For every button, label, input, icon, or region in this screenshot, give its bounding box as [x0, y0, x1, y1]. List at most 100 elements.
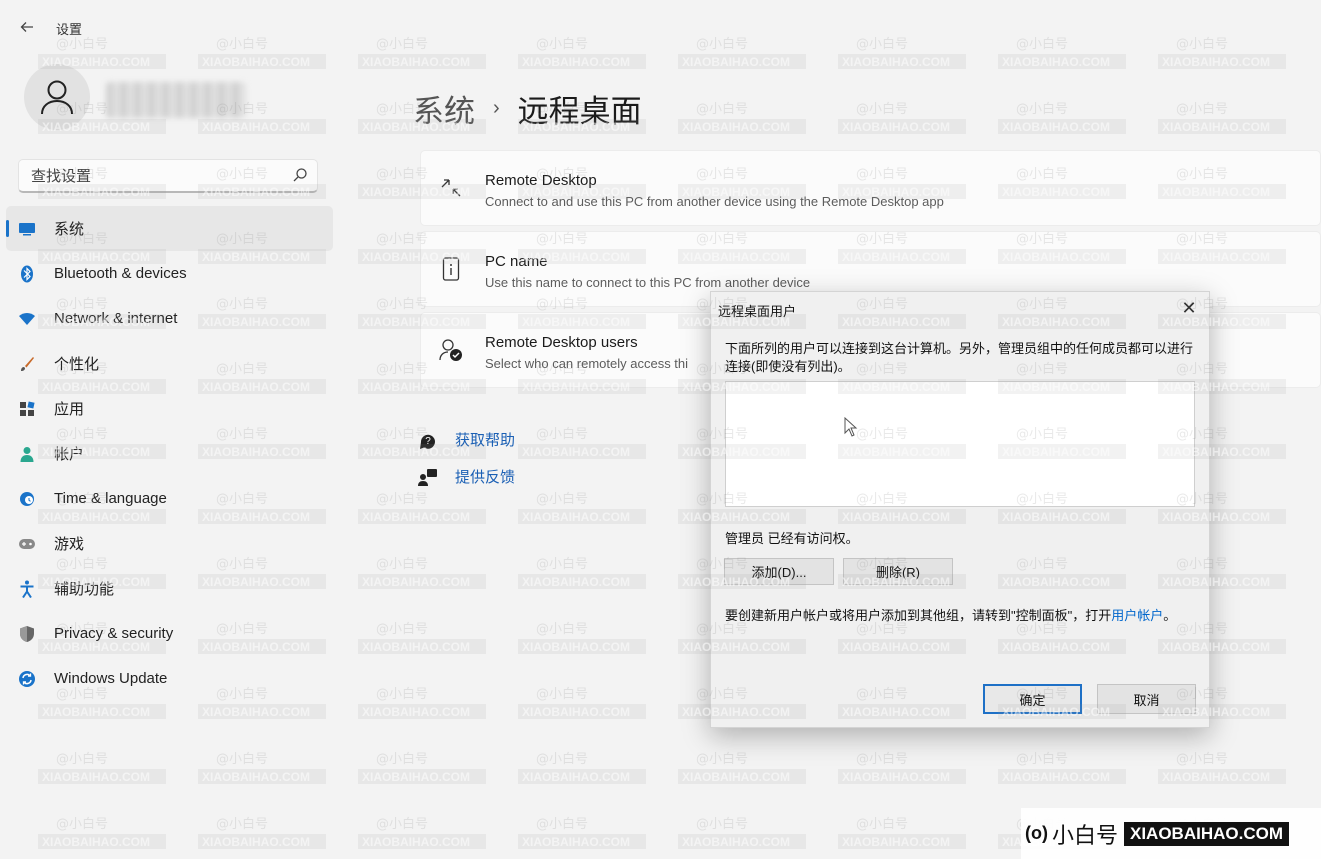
watermark-tile-cn: @小白号 [56, 36, 108, 52]
watermark-tile-cn: @小白号 [1176, 751, 1228, 767]
watermark-tile-en: XIAOBAIHAO.COM [42, 835, 150, 849]
pc-info-icon [439, 256, 463, 282]
watermark-tile-en: XIAOBAIHAO.COM [42, 705, 150, 719]
get-help-link[interactable]: ? 获取帮助 [418, 429, 515, 450]
brand-name-cn: 小白号 [1051, 822, 1118, 848]
watermark-tile-bg [518, 444, 646, 459]
breadcrumb: 系统 › 远程桌面 [413, 86, 642, 131]
sidebar-item-time-language[interactable]: Time & language [6, 476, 333, 521]
watermark-tile-en: XIAOBAIHAO.COM [202, 770, 310, 784]
watermark-tile-bg [518, 574, 646, 589]
card-subtitle: Select who can remotely access thi [485, 356, 689, 371]
watermark-tile-en: XIAOBAIHAO.COM [522, 510, 630, 524]
admin-access-note: 管理员 已经有访问权。 [725, 531, 859, 546]
svg-text:?: ? [425, 436, 431, 447]
watermark-tile-en: XIAOBAIHAO.COM [362, 575, 470, 589]
watermark-tile-en: XIAOBAIHAO.COM [682, 835, 790, 849]
search-icon[interactable] [292, 167, 308, 183]
back-button[interactable] [16, 16, 38, 38]
remove-user-button[interactable]: 删除(R) [843, 558, 953, 585]
brush-icon [18, 355, 36, 373]
watermark-tile-bg [518, 834, 646, 849]
watermark-tile-en: XIAOBAIHAO.COM [682, 55, 790, 69]
watermark-tile-bg [38, 834, 166, 849]
sidebar-item-bluetooth[interactable]: Bluetooth & devices [6, 251, 333, 296]
watermark-tile-en: XIAOBAIHAO.COM [362, 55, 470, 69]
add-user-button[interactable]: 添加(D)... [724, 558, 834, 585]
give-feedback-label: 提供反馈 [455, 469, 516, 486]
card-subtitle: Use this name to connect to this PC from… [485, 275, 811, 290]
feedback-icon [418, 467, 438, 487]
watermark-tile-cn: @小白号 [696, 751, 748, 767]
card-subtitle: Connect to and use this PC from another … [485, 194, 944, 209]
watermark-tile-cn: @小白号 [56, 751, 108, 767]
watermark-tile-bg [678, 834, 806, 849]
watermark-tile-cn: @小白号 [1016, 101, 1068, 117]
sidebar-item-label: Network & internet [54, 310, 178, 327]
ok-button[interactable]: 确定 [983, 684, 1082, 714]
brand-name-en: XIAOBAIHAO.COM [1124, 821, 1289, 846]
sidebar-item-windows-update[interactable]: Windows Update [6, 656, 333, 701]
avatar[interactable] [24, 64, 90, 130]
give-feedback-link[interactable]: 提供反馈 [418, 466, 515, 487]
watermark-tile-en: XIAOBAIHAO.COM [522, 445, 630, 459]
watermark-tile-bg [38, 769, 166, 784]
system-icon [18, 220, 36, 238]
card-title: PC name [485, 253, 548, 270]
watermark-tile-cn: @小白号 [696, 36, 748, 52]
card-remote-desktop[interactable]: Remote Desktop Connect to and use this P… [420, 150, 1321, 226]
watermark-tile-en: XIAOBAIHAO.COM [842, 120, 950, 134]
sidebar-item-label: 辅助功能 [54, 581, 115, 598]
app-title: 设置 [56, 22, 83, 37]
card-title: Remote Desktop users [485, 334, 638, 351]
watermark-tile-en: XIAOBAIHAO.COM [42, 770, 150, 784]
watermark-tile-cn: @小白号 [376, 816, 428, 832]
watermark-tile-cn: @小白号 [376, 751, 428, 767]
watermark-tile-bg [518, 639, 646, 654]
watermark-tile-en: XIAOBAIHAO.COM [522, 705, 630, 719]
watermark-tile-cn: @小白号 [1016, 751, 1068, 767]
watermark-tile-bg [518, 769, 646, 784]
watermark-tile-cn: @小白号 [376, 621, 428, 637]
sidebar-item-personalization[interactable]: 个性化 [6, 341, 333, 386]
sidebar-item-apps[interactable]: 应用 [6, 386, 333, 431]
watermark-tile-bg [198, 834, 326, 849]
sidebar-item-privacy-security[interactable]: Privacy & security [6, 611, 333, 656]
sidebar-item-gaming[interactable]: 游戏 [6, 521, 333, 566]
watermark-tile-bg [198, 119, 326, 134]
sidebar-item-network[interactable]: Network & internet [6, 296, 333, 341]
search-input[interactable] [29, 160, 283, 192]
watermark-tile-cn: @小白号 [1176, 101, 1228, 117]
watermark-tile-cn: @小白号 [696, 101, 748, 117]
bluetooth-icon [18, 265, 36, 283]
watermark-tile-bg [838, 769, 966, 784]
search-box[interactable] [18, 159, 318, 193]
sidebar-item-accounts[interactable]: 帐户 [6, 431, 333, 476]
watermark-tile-bg [358, 834, 486, 849]
watermark-tile-cn: @小白号 [536, 36, 588, 52]
breadcrumb-separator: › [493, 97, 500, 119]
users-listbox[interactable] [725, 381, 1195, 507]
sidebar-item-system[interactable]: 系统 [6, 206, 333, 251]
watermark-tile-cn: @小白号 [536, 491, 588, 507]
user-accounts-link[interactable]: 用户帐户 [1111, 608, 1163, 623]
cancel-button[interactable]: 取消 [1097, 684, 1196, 714]
apps-icon [18, 400, 36, 418]
watermark-tile-bg [998, 769, 1126, 784]
watermark-tile-cn: @小白号 [56, 816, 108, 832]
watermark-tile-en: XIAOBAIHAO.COM [842, 770, 950, 784]
watermark-tile-cn: @小白号 [856, 36, 908, 52]
breadcrumb-parent[interactable]: 系统 [413, 86, 475, 131]
sidebar-item-accessibility[interactable]: 辅助功能 [6, 566, 333, 611]
watermark-tile-cn: @小白号 [536, 426, 588, 442]
watermark-tile-en: XIAOBAIHAO.COM [362, 705, 470, 719]
user-icon [41, 80, 73, 115]
close-icon[interactable]: ✕ [1177, 296, 1201, 320]
sidebar-nav: 系统 Bluetooth & devices Network & interne… [6, 206, 333, 701]
watermark-tile-bg [518, 704, 646, 719]
get-help-label: 获取帮助 [455, 432, 516, 449]
dialog-description: 下面所列的用户可以连接到这台计算机。另外，管理员组中的任何成员都可以进行连接(即… [725, 341, 1194, 374]
watermark-tile-en: XIAOBAIHAO.COM [202, 835, 310, 849]
watermark-tile-en: XIAOBAIHAO.COM [522, 770, 630, 784]
watermark-tile-cn: @小白号 [536, 686, 588, 702]
